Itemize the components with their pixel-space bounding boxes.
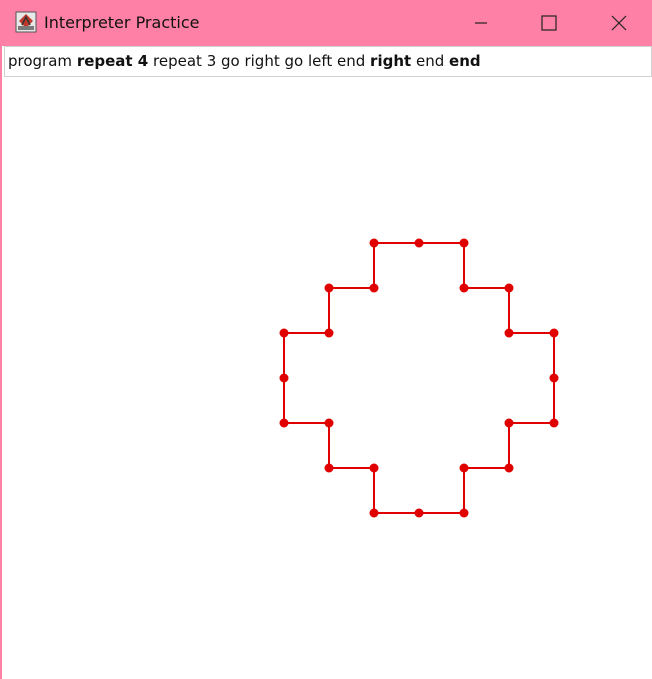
path-point [459, 508, 469, 518]
path-point [324, 283, 334, 293]
program-token: repeat 3 go right go left end [153, 52, 366, 70]
path-point [459, 238, 469, 248]
maximize-button[interactable] [526, 0, 572, 46]
path-point [549, 418, 559, 428]
program-text: program repeat 4 repeat 3 go right go le… [8, 51, 481, 71]
path-point [414, 508, 424, 518]
path-point [369, 283, 379, 293]
path-point [414, 238, 424, 248]
path-point [279, 373, 289, 383]
program-token: right [370, 52, 412, 70]
program-token: repeat 4 [76, 52, 149, 70]
java-app-icon [15, 11, 37, 33]
path-point [549, 328, 559, 338]
path-point [504, 418, 514, 428]
program-token: end [449, 52, 481, 70]
program-token: end [415, 52, 445, 70]
minimize-icon [475, 22, 487, 24]
drawing-canvas [279, 238, 559, 518]
close-icon [611, 15, 627, 31]
path-point [369, 463, 379, 473]
path-point [459, 283, 469, 293]
program-input[interactable]: program repeat 4 repeat 3 go right go le… [4, 46, 652, 77]
maximize-icon [541, 15, 557, 31]
title-bar[interactable]: Interpreter Practice [2, 0, 652, 46]
path-point [369, 238, 379, 248]
program-token: program [8, 52, 73, 70]
path-point [459, 463, 469, 473]
path-point [504, 328, 514, 338]
path-point [324, 328, 334, 338]
path-point [324, 463, 334, 473]
turtle-path [283, 242, 555, 514]
minimize-button[interactable] [458, 0, 504, 46]
path-point [324, 418, 334, 428]
window-title: Interpreter Practice [44, 13, 200, 32]
path-point [504, 463, 514, 473]
path-point [549, 373, 559, 383]
path-point [504, 283, 514, 293]
path-point [279, 418, 289, 428]
close-button[interactable] [596, 0, 642, 46]
path-point [279, 328, 289, 338]
interpreter-window: Interpreter Practice program repeat 4 re… [0, 0, 652, 679]
path-point [369, 508, 379, 518]
